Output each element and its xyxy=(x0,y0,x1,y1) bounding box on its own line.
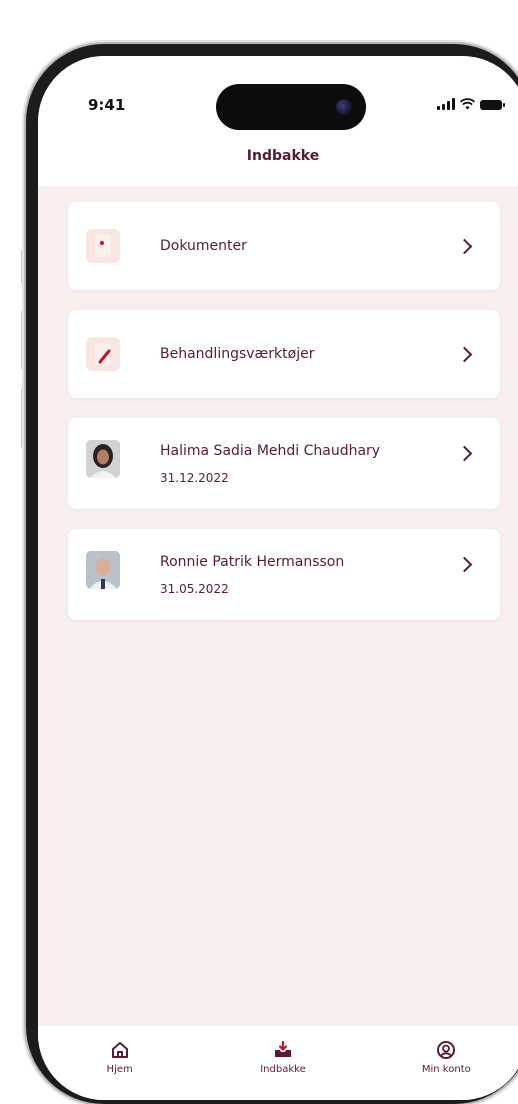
inbox-icon xyxy=(274,1040,291,1057)
tab-min-konto[interactable]: Min konto xyxy=(386,1040,506,1075)
phone-frame: 9:41 Indbakke Dokumenter Behandlingsværk… xyxy=(26,44,518,1104)
account-icon xyxy=(437,1041,456,1059)
dynamic-island xyxy=(216,84,366,130)
wifi-icon xyxy=(460,98,475,110)
tab-indbakke[interactable]: Indbakke xyxy=(223,1040,343,1075)
inbox-item-person[interactable]: Ronnie Patrik Hermansson 31.05.2022 xyxy=(68,529,500,620)
avatar xyxy=(86,551,120,589)
avatar xyxy=(86,440,120,478)
header: 9:41 Indbakke xyxy=(38,56,518,186)
phone-screen: 9:41 Indbakke Dokumenter Behandlingsværk… xyxy=(38,56,518,1100)
battery-icon xyxy=(480,100,505,110)
person-name: Halima Sadia Mehdi Chaudhary xyxy=(160,443,381,459)
chevron-right-icon xyxy=(456,238,473,254)
inbox-item-dokumenter[interactable]: Dokumenter xyxy=(68,202,500,290)
cellular-signal-icon xyxy=(437,98,455,110)
chevron-right-icon xyxy=(456,346,473,362)
chevron-right-icon xyxy=(456,556,473,573)
home-icon xyxy=(111,1042,128,1058)
inbox-list: Dokumenter Behandlingsværktøjer Halima S… xyxy=(68,202,500,640)
inbox-item-label: Behandlingsværktøjer xyxy=(160,346,315,362)
chevron-right-icon xyxy=(456,445,473,462)
person-info: Ronnie Patrik Hermansson 31.05.2022 xyxy=(160,551,459,596)
tab-label: Hjem xyxy=(106,1064,133,1075)
camera-icon xyxy=(336,99,352,115)
status-time: 9:41 xyxy=(88,96,126,114)
tab-label: Indbakke xyxy=(260,1064,306,1075)
page-title: Indbakke xyxy=(246,148,320,164)
document-icon xyxy=(86,229,120,263)
person-date: 31.05.2022 xyxy=(160,582,229,596)
person-date: 31.12.2022 xyxy=(160,471,229,485)
tab-hjem[interactable]: Hjem xyxy=(60,1040,180,1075)
treatment-tools-icon xyxy=(86,337,120,371)
inbox-item-behandlingsvaerktojer[interactable]: Behandlingsværktøjer xyxy=(68,310,500,398)
person-name: Ronnie Patrik Hermansson xyxy=(160,554,345,570)
inbox-item-person[interactable]: Halima Sadia Mehdi Chaudhary 31.12.2022 xyxy=(68,418,500,509)
tab-label: Min konto xyxy=(421,1064,471,1075)
inbox-item-label: Dokumenter xyxy=(160,238,247,254)
status-icons xyxy=(437,98,505,110)
tab-bar: Hjem Indbakke Min konto xyxy=(38,1026,518,1100)
person-info: Halima Sadia Mehdi Chaudhary 31.12.2022 xyxy=(160,440,459,485)
